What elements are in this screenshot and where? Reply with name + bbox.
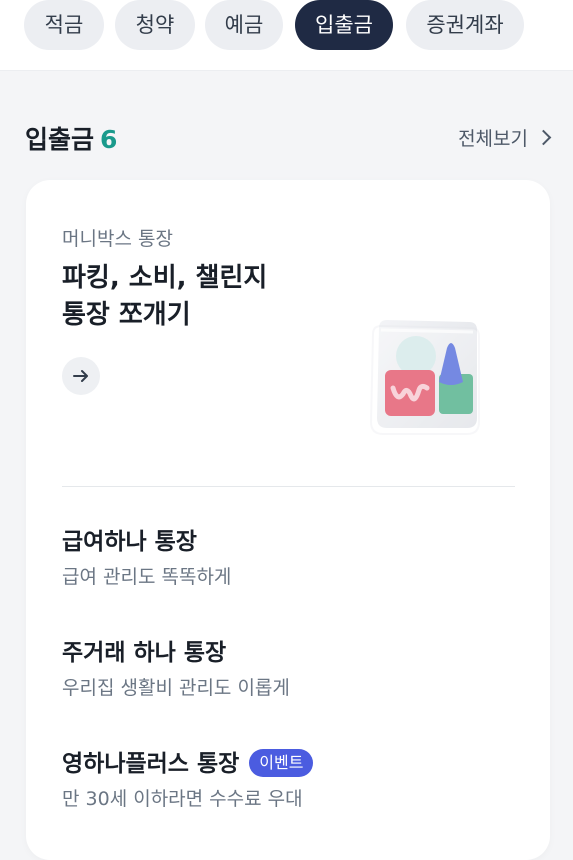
see-all-label: 전체보기	[458, 128, 528, 150]
product-name: 주거래 하나 통장	[62, 640, 227, 666]
tab-subscription[interactable]: 청약	[115, 0, 195, 50]
section-title: 입출금 6	[25, 120, 117, 156]
event-badge: 이벤트	[249, 749, 314, 777]
checking-products-card: 머니박스 통장 파킹, 소비, 챌린지 통장 쪼개기 급여하나 통장 급여 관리…	[26, 180, 550, 860]
feature-arrow-button[interactable]	[62, 357, 100, 395]
product-name: 영하나플러스 통장	[62, 751, 240, 777]
arrow-right-icon	[73, 370, 88, 382]
tab-deposit[interactable]: 예금	[205, 0, 283, 50]
money-box-illustration	[369, 320, 480, 435]
product-item[interactable]: 급여하나 통장 급여 관리도 똑똑하게	[62, 526, 522, 590]
category-tab-bar: 적금 청약 예금 입출금 증권계좌	[0, 0, 573, 71]
product-desc: 우리집 생활비 관리도 이롭게	[62, 677, 290, 699]
section-title-text: 입출금	[25, 125, 95, 154]
chevron-right-icon	[535, 129, 552, 146]
tab-savings[interactable]: 적금	[24, 0, 104, 50]
tab-securities[interactable]: 증권계좌	[406, 0, 524, 50]
product-item[interactable]: 영하나플러스 통장 이벤트 만 30세 이하라면 수수료 우대	[62, 748, 522, 812]
product-name-row: 영하나플러스 통장 이벤트	[62, 748, 522, 780]
divider	[62, 486, 515, 487]
feature-title[interactable]: 파킹, 소비, 챌린지 통장 쪼개기	[62, 260, 362, 334]
tab-checking[interactable]: 입출금	[295, 0, 393, 50]
product-desc: 만 30세 이하라면 수수료 우대	[62, 788, 303, 810]
feature-label: 머니박스 통장	[62, 228, 173, 250]
section-count: 6	[100, 125, 118, 154]
see-all-link[interactable]: 전체보기	[458, 124, 552, 151]
product-item[interactable]: 주거래 하나 통장 우리집 생활비 관리도 이롭게	[62, 637, 522, 701]
product-name: 급여하나 통장	[62, 529, 197, 555]
product-desc: 급여 관리도 똑똑하게	[62, 566, 232, 588]
